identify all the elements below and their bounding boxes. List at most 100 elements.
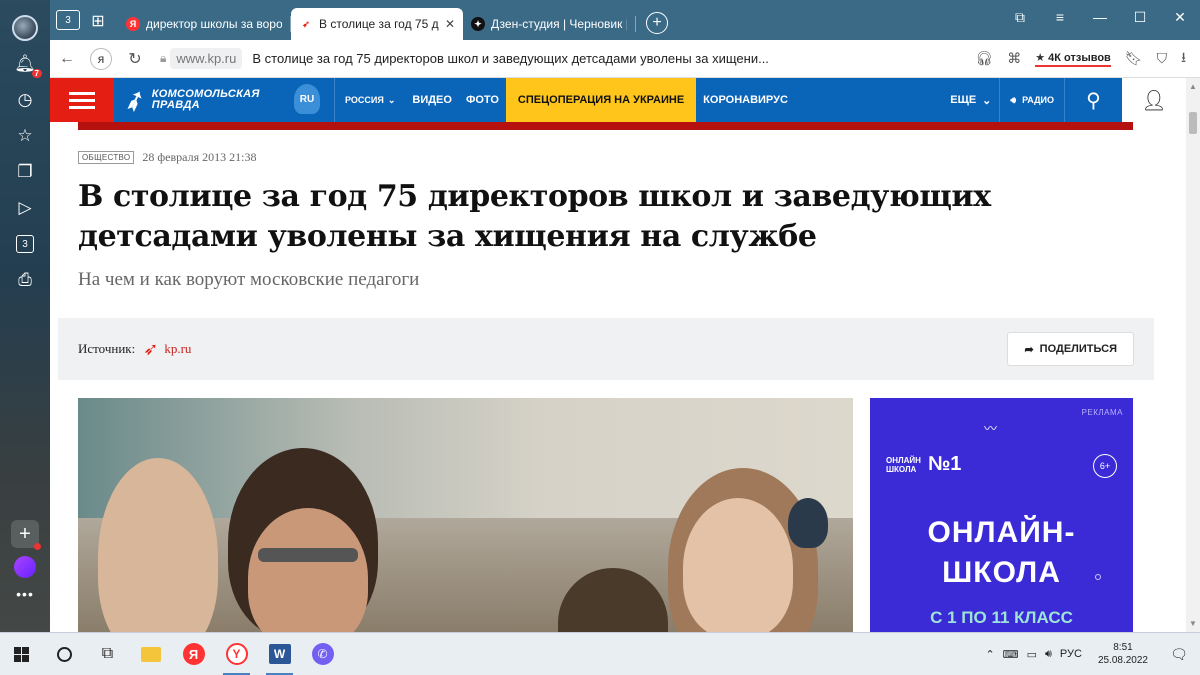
radio-button[interactable]: 🔊︎ РАДИО	[999, 78, 1064, 122]
notification-center-button[interactable]: 🗨︎	[1164, 633, 1194, 675]
minimize-icon[interactable]: —	[1080, 0, 1120, 34]
kp-nav-bar: ➶ Комсомольская правда RU РОССИЯ ⌄ ВИДЕО…	[114, 78, 1122, 122]
url-page-title[interactable]: В столице за год 75 директоров школ и за…	[252, 51, 975, 66]
pin-window-icon[interactable]: ⧉	[1000, 0, 1040, 34]
region-selector[interactable]: РОССИЯ ⌄	[334, 78, 405, 122]
bookmark-icon[interactable]: 🔖︎	[1125, 50, 1143, 67]
reviews-badge[interactable]: ★ 4К отзывов	[1035, 51, 1111, 67]
word-icon: W	[268, 644, 291, 664]
page-scrollbar[interactable]: ▲ ▼	[1186, 78, 1200, 632]
tab-dzen[interactable]: ✦ Дзен-студия | Черновик |	[463, 8, 635, 40]
url-domain[interactable]: www.kp.ru	[170, 48, 243, 69]
menu-icon[interactable]: ≡	[1040, 0, 1080, 34]
speaker-icon: 🔊︎	[1010, 94, 1017, 105]
kp-bird-icon: ➶	[119, 81, 151, 118]
collections-button[interactable]: 3	[0, 226, 50, 262]
tabs-button[interactable]: ❐	[0, 154, 50, 190]
word-button[interactable]: W	[258, 633, 301, 675]
media-button[interactable]: ▷	[0, 190, 50, 226]
scroll-up-icon[interactable]: ▲	[1189, 82, 1197, 91]
kp-logo[interactable]: ➶ Комсомольская правда RU	[114, 78, 334, 122]
tab-article[interactable]: ➶ В столице за год 75 дир ✕	[291, 8, 463, 40]
folder-icon	[140, 646, 161, 662]
more-dots-icon[interactable]: •••	[16, 586, 34, 602]
new-group-icon[interactable]: ⊞	[88, 12, 108, 30]
rubric-tag[interactable]: ОБЩЕСТВО	[78, 151, 135, 164]
alice-assistant-button[interactable]	[14, 556, 36, 578]
source-link[interactable]: kp.ru	[164, 341, 191, 357]
yandex-app-button[interactable]: Я	[172, 633, 215, 675]
network-icon[interactable]: ⌨	[1003, 648, 1019, 661]
article-title: В столице за год 75 директоров школ и за…	[78, 177, 998, 257]
speech-bubble-icon: 🗨︎	[1170, 645, 1188, 662]
nav-special-operation[interactable]: СПЕЦОПЕРАЦИЯ НА УКРАИНЕ	[505, 78, 697, 122]
chevron-down-icon: ⌄	[982, 94, 992, 107]
bookmarks-button[interactable]: ☆	[0, 118, 50, 154]
tab-group-button[interactable]: 3	[56, 10, 80, 30]
source-label: Источник:	[78, 341, 136, 356]
logo-ru-badge: RU	[294, 84, 320, 114]
radio-label: РАДИО	[1022, 95, 1054, 105]
yandex-browser-button[interactable]: Y	[215, 633, 258, 675]
nav-video[interactable]: ВИДЕО	[405, 78, 459, 122]
search-icon: ⚲	[1086, 89, 1101, 112]
viber-button[interactable]: ✆	[301, 633, 344, 675]
article: ОБЩЕСТВО 28 февраля 2013 21:38 В столице…	[58, 130, 1158, 380]
scroll-down-icon[interactable]: ▼	[1189, 619, 1197, 628]
nav-coronavirus[interactable]: КОРОНАВИРУС	[696, 78, 795, 122]
task-view-icon: ⧉	[101, 645, 114, 662]
chevron-up-icon[interactable]: ⌃	[985, 648, 994, 661]
search-taskbar-button[interactable]	[43, 633, 86, 675]
source-panel: Источник: ➶ kp.ru ➦ ПОДЕЛИТЬСЯ	[58, 318, 1154, 380]
add-panel-button[interactable]: +	[11, 520, 41, 550]
yandex-icon: Я	[126, 17, 140, 31]
nav-more[interactable]: ЕЩЕ ⌄	[942, 78, 999, 122]
back-button[interactable]: ←	[50, 40, 84, 78]
window-controls: ⧉ ≡ — ☐ ✕	[1000, 0, 1200, 34]
ad-banner[interactable]: РЕКЛАМА 〰 ОНЛАЙН ШКОЛА №1 6+ ОНЛАЙН- ШКО…	[870, 398, 1133, 632]
ad-dot	[1095, 574, 1101, 580]
screenshot-button[interactable]: ⎙	[0, 262, 50, 298]
yandex-icon: Я	[182, 643, 205, 665]
close-icon[interactable]: ✕	[445, 17, 455, 31]
explorer-button[interactable]	[129, 633, 172, 675]
user-button[interactable]: 👤︎	[1122, 78, 1186, 122]
close-window-icon[interactable]: ✕	[1160, 0, 1200, 34]
hamburger-menu-button[interactable]	[50, 78, 114, 122]
history-button[interactable]: ◷	[0, 82, 50, 118]
article-subtitle: На чем и как воруют московские педагоги	[78, 269, 420, 290]
protect-icon[interactable]: ⛉	[1157, 50, 1168, 67]
headphones-icon[interactable]: 🎧︎	[975, 50, 993, 67]
windows-taskbar: ⧉ Я Y W ✆ ⌃ ⌨ ▭ 🔊︎ РУС 8:51 25.08.2022 🗨…	[0, 632, 1200, 675]
task-view-button[interactable]: ⧉	[86, 633, 129, 675]
new-tab-button[interactable]: +	[646, 12, 668, 34]
search-button[interactable]: ⚲	[1064, 78, 1122, 122]
lock-icon[interactable]: 🔒︎	[160, 51, 166, 66]
start-button[interactable]	[0, 633, 43, 675]
yandex-button[interactable]: я	[84, 40, 118, 78]
photo-child-back	[558, 568, 668, 632]
chevron-down-icon: ⌄	[387, 94, 396, 105]
nav-photo[interactable]: ФОТО	[459, 78, 506, 122]
battery-icon[interactable]: ▭	[1027, 648, 1037, 661]
volume-icon[interactable]: 🔊︎	[1045, 648, 1052, 661]
language-indicator[interactable]: РУС	[1060, 648, 1082, 660]
download-icon[interactable]: ⭳	[1181, 47, 1186, 71]
new-dot	[34, 543, 41, 550]
profile-avatar-button[interactable]	[0, 10, 50, 46]
user-icon: 👤︎	[1141, 89, 1167, 112]
ad-headline-2: ШКОЛА	[942, 556, 1061, 589]
yandex-logo-icon: я	[90, 47, 112, 70]
reload-icon: ↻	[128, 50, 142, 68]
notifications-button[interactable]: 🔔︎ 7	[0, 46, 50, 82]
photo-girl-face	[683, 498, 793, 632]
maximize-icon[interactable]: ☐	[1120, 0, 1160, 34]
share-button[interactable]: ➦ ПОДЕЛИТЬСЯ	[1007, 332, 1134, 366]
translate-icon[interactable]: ⌘	[1007, 50, 1021, 67]
kp-bird-icon: ➶	[302, 18, 310, 29]
clock[interactable]: 8:51 25.08.2022	[1098, 641, 1148, 667]
scroll-thumb[interactable]	[1189, 112, 1197, 134]
reload-button[interactable]: ↻	[118, 40, 152, 78]
tab-search[interactable]: Я директор школы за ворон	[118, 8, 290, 40]
ad-mini-line2: ШКОЛА	[886, 465, 917, 474]
